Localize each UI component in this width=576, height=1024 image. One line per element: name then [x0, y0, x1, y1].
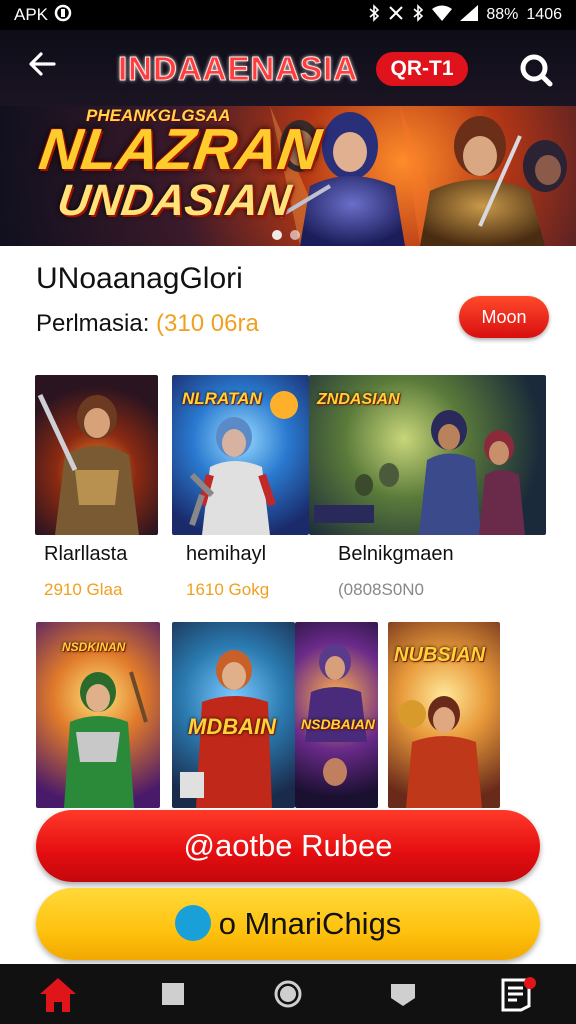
status-left: APK — [14, 4, 72, 27]
card-price: (0808S0N0 — [338, 580, 425, 599]
notes-icon — [501, 977, 537, 1012]
card-price: 1610 Gokg — [186, 580, 270, 599]
nfc-icon — [388, 4, 404, 27]
status-bar: APK 88% 1406 — [0, 0, 576, 30]
more-button[interactable]: Moon — [459, 296, 549, 338]
battery-text: 88% — [486, 6, 519, 23]
card-name: Rlarllasta — [44, 543, 128, 565]
nav-recents[interactable] — [148, 969, 198, 1019]
status-app-label: APK — [14, 5, 49, 24]
game-card-image[interactable]: NUBSIAN — [388, 622, 500, 808]
home-icon — [39, 978, 76, 1012]
back-button[interactable] — [22, 48, 62, 88]
carousel-dot[interactable] — [290, 230, 300, 240]
vibrate-icon — [412, 3, 424, 27]
carousel-indicator — [272, 230, 300, 240]
game-card-image[interactable]: NSDKINAN — [36, 622, 160, 808]
circle-icon — [274, 980, 302, 1008]
nav-home[interactable] — [33, 969, 83, 1019]
price-value: (310 06ra — [156, 310, 259, 337]
card-price: 2910 Glaa — [44, 580, 123, 599]
qr-badge[interactable]: QR-T1 — [376, 52, 468, 86]
game-name: UNoaanagGlori — [36, 262, 243, 295]
hero-title-line2: UNDASIAN — [54, 176, 294, 225]
card-name: Belnikgmaen — [338, 543, 454, 565]
arrow-left-icon — [29, 52, 56, 76]
card-art-title: ZNDASIAN — [317, 391, 400, 408]
secondary-action-label: o MnariChigs — [218, 906, 402, 941]
clock: 1406 — [526, 6, 562, 23]
card-art-title: NLRATAN — [182, 389, 262, 408]
game-card-image[interactable] — [35, 375, 158, 535]
hero-title-line1: NLAZRAN — [35, 117, 325, 182]
app-logo-icon — [174, 904, 211, 941]
card-name: hemihayl — [186, 543, 267, 565]
card-art-title: MDBAIN — [188, 714, 276, 739]
search-icon — [520, 54, 553, 87]
card-art-title: NSDKINAN — [62, 640, 126, 654]
search-button[interactable] — [516, 50, 556, 90]
game-card-image[interactable]: NLRATAN — [172, 375, 309, 535]
game-card-image[interactable]: ZNDASIAN — [309, 375, 546, 535]
bluetooth-icon — [368, 3, 380, 27]
status-right: 88% 1406 — [368, 3, 562, 27]
nav-back[interactable] — [378, 969, 428, 1019]
notification-icon — [54, 4, 72, 27]
card-art-title: NSDBAIAN — [301, 716, 375, 732]
price-row: Perlmasia: (310 06ra — [36, 310, 259, 338]
nav-home-circle[interactable] — [263, 969, 313, 1019]
secondary-action-button[interactable]: o MnariChigs — [36, 888, 540, 960]
nav-notes[interactable] — [493, 969, 543, 1019]
primary-action-button[interactable]: @aotbe Rubee — [36, 810, 540, 882]
signal-icon — [460, 4, 479, 26]
mage-artwork — [305, 644, 367, 786]
back-triangle-icon — [391, 984, 416, 1006]
price-label: Perlmasia: — [36, 310, 150, 337]
game-card-image[interactable]: MDBAIN — [172, 622, 295, 808]
app-header: INDAAENASIA QR-T1 — [0, 30, 576, 106]
square-icon — [161, 983, 184, 1005]
carousel-dot-active[interactable] — [272, 230, 282, 240]
card-art-title: NUBSIAN — [394, 644, 486, 666]
bottom-nav-bar — [0, 964, 576, 1024]
warrior-artwork — [37, 393, 139, 535]
app-title: INDAAENASIA — [117, 50, 359, 88]
hero-banner[interactable]: PHEANKGLGSAA NLAZRAN UNDASIAN — [0, 106, 576, 246]
game-card-image[interactable]: NSDBAIAN — [295, 622, 378, 808]
wifi-icon — [432, 5, 453, 26]
